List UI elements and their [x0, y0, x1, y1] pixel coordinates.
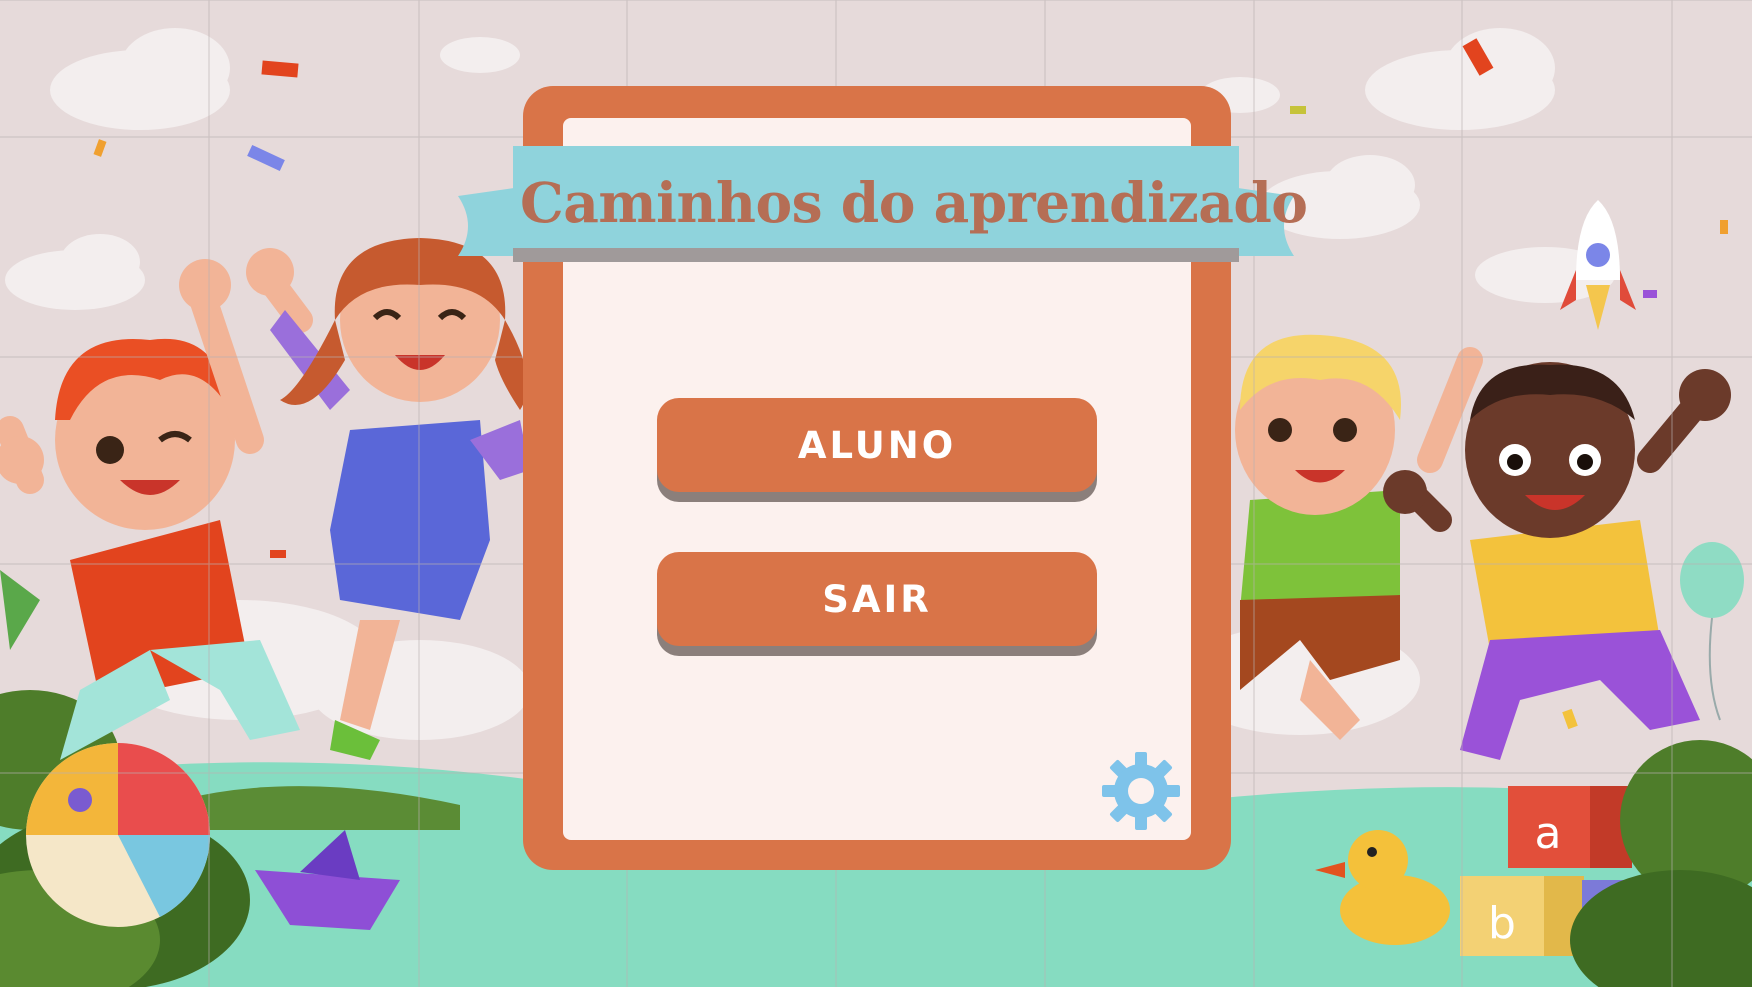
block-b-letter: b [1488, 898, 1516, 949]
game-title: Caminhos do aprendizado [520, 170, 1308, 235]
beach-ball [26, 743, 211, 927]
block-a-letter: a [1535, 808, 1562, 859]
gear-icon[interactable] [1098, 748, 1184, 834]
game-screen: a b Caminhos do aprendizado ALUNO SAIR [0, 0, 1752, 987]
student-button[interactable]: ALUNO [657, 398, 1097, 492]
exit-button[interactable]: SAIR [657, 552, 1097, 646]
